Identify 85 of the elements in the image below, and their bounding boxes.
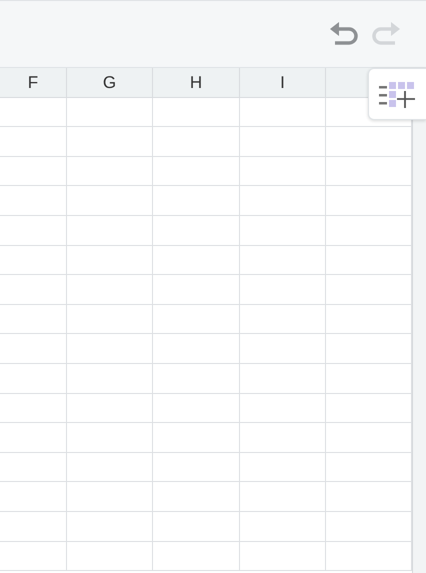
column-header[interactable]: G bbox=[67, 68, 153, 98]
table-cell[interactable] bbox=[240, 156, 326, 186]
table-cell[interactable] bbox=[0, 452, 67, 482]
table-cell[interactable] bbox=[153, 127, 240, 157]
table-cell[interactable] bbox=[240, 304, 326, 334]
table-cell[interactable] bbox=[0, 216, 67, 246]
table-cell[interactable] bbox=[0, 246, 67, 276]
table-cell[interactable] bbox=[326, 394, 412, 424]
table-cell[interactable] bbox=[240, 246, 326, 276]
table-cell[interactable] bbox=[326, 216, 412, 246]
table-cell[interactable] bbox=[0, 304, 67, 334]
table-cell[interactable] bbox=[153, 246, 240, 276]
table-cell[interactable] bbox=[326, 246, 412, 276]
table-cell[interactable] bbox=[153, 186, 240, 216]
table-cell[interactable] bbox=[0, 482, 67, 512]
table-cell[interactable] bbox=[67, 423, 153, 453]
table-cell[interactable] bbox=[67, 542, 153, 572]
table-cell[interactable] bbox=[153, 394, 240, 424]
table-cell[interactable] bbox=[153, 156, 240, 186]
table-cell[interactable] bbox=[326, 304, 412, 334]
table-cell[interactable] bbox=[0, 423, 67, 453]
table-cell[interactable] bbox=[0, 127, 67, 157]
table-cell[interactable] bbox=[153, 364, 240, 394]
table-cell[interactable] bbox=[153, 275, 240, 305]
table-cell[interactable] bbox=[240, 364, 326, 394]
table-cell[interactable] bbox=[67, 246, 153, 276]
table-cell[interactable] bbox=[240, 482, 326, 512]
table-cell[interactable] bbox=[67, 186, 153, 216]
table-cell[interactable] bbox=[0, 156, 67, 186]
table-cell[interactable] bbox=[67, 482, 153, 512]
table-cell[interactable] bbox=[153, 452, 240, 482]
table-cell[interactable] bbox=[153, 542, 240, 572]
table-cell[interactable] bbox=[240, 275, 326, 305]
table-cell[interactable] bbox=[153, 423, 240, 453]
table-cell[interactable] bbox=[326, 512, 412, 542]
table-cell[interactable] bbox=[240, 452, 326, 482]
table-cell[interactable] bbox=[0, 512, 67, 542]
table-cell[interactable] bbox=[326, 452, 412, 482]
table-cell[interactable] bbox=[240, 423, 326, 453]
table-cell[interactable] bbox=[67, 98, 153, 128]
table-cell[interactable] bbox=[0, 364, 67, 394]
table-cell[interactable] bbox=[153, 216, 240, 246]
table-cell[interactable] bbox=[67, 275, 153, 305]
table-cell[interactable] bbox=[326, 423, 412, 453]
table-cell[interactable] bbox=[240, 216, 326, 246]
table-cell[interactable] bbox=[153, 512, 240, 542]
table-cell[interactable] bbox=[67, 394, 153, 424]
table-cell[interactable] bbox=[326, 334, 412, 364]
table-cell[interactable] bbox=[326, 127, 412, 157]
table-cell[interactable] bbox=[67, 304, 153, 334]
table-options-menu[interactable] bbox=[368, 68, 426, 120]
table-cell[interactable] bbox=[240, 334, 326, 364]
table-cell[interactable] bbox=[153, 98, 240, 128]
table-cell[interactable] bbox=[0, 186, 67, 216]
table-cell[interactable] bbox=[67, 156, 153, 186]
table-cell[interactable] bbox=[326, 156, 412, 186]
table-cell[interactable] bbox=[67, 334, 153, 364]
table-cell[interactable] bbox=[67, 127, 153, 157]
table-cell[interactable] bbox=[326, 364, 412, 394]
table-cell[interactable] bbox=[153, 482, 240, 512]
table-grid-icon bbox=[378, 79, 418, 109]
table-cell[interactable] bbox=[0, 394, 67, 424]
table-cell[interactable] bbox=[0, 334, 67, 364]
table-cell[interactable] bbox=[0, 98, 67, 128]
column-header[interactable]: H bbox=[153, 68, 240, 98]
table-cell[interactable] bbox=[0, 275, 67, 305]
table-cell[interactable] bbox=[67, 452, 153, 482]
table-cell[interactable] bbox=[240, 542, 326, 572]
table-cell[interactable] bbox=[326, 482, 412, 512]
table-cell[interactable] bbox=[67, 512, 153, 542]
table-cell[interactable] bbox=[67, 216, 153, 246]
column-header[interactable]: I bbox=[240, 68, 326, 98]
table-cell[interactable] bbox=[326, 542, 412, 572]
table-cell[interactable] bbox=[153, 334, 240, 364]
table-cell[interactable] bbox=[326, 275, 412, 305]
column-header[interactable]: F bbox=[0, 68, 67, 98]
table-cell[interactable] bbox=[240, 394, 326, 424]
table-cell[interactable] bbox=[326, 186, 412, 216]
table-cell[interactable] bbox=[240, 98, 326, 128]
table-cell[interactable] bbox=[153, 304, 240, 334]
table-cell[interactable] bbox=[240, 512, 326, 542]
table-cell[interactable] bbox=[67, 364, 153, 394]
table-cell[interactable] bbox=[240, 186, 326, 216]
table-cell[interactable] bbox=[0, 542, 67, 572]
table-cell[interactable] bbox=[240, 127, 326, 157]
